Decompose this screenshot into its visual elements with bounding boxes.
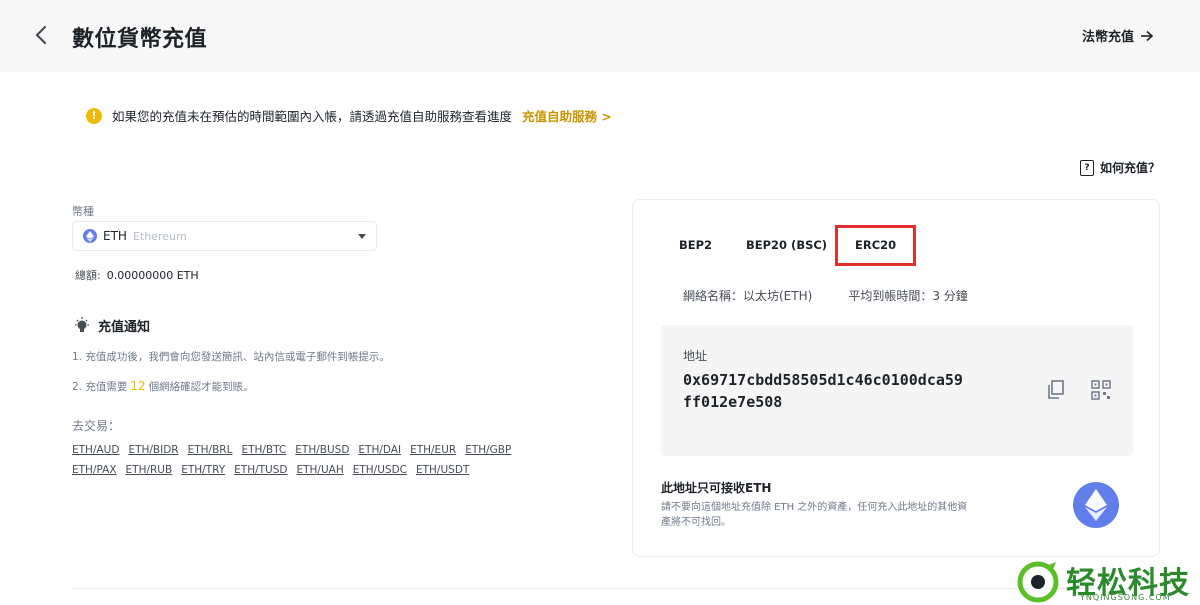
question-doc-icon: ? — [1079, 159, 1094, 176]
watermark-subtext: YNQINGSONG.COM — [1080, 593, 1171, 602]
step2-suffix: 個網絡確認才能到賬。 — [148, 381, 254, 393]
arrow-right-icon — [1141, 30, 1154, 41]
trading-pair-link[interactable]: ETH/AUD — [72, 444, 119, 456]
trading-pair-link[interactable]: ETH/TRY — [181, 464, 225, 476]
trading-pairs: ETH/AUD ETH/BIDR ETH/BRL ETH/BTC ETH/BUS… — [72, 444, 512, 476]
back-arrow-icon[interactable] — [30, 22, 54, 48]
notification-step-2: 2. 充值需要 12 個網絡確認才能到賬。 — [72, 379, 254, 394]
coin-name: Ethereum — [132, 229, 187, 243]
delay-notice: ! 如果您的充值未在預估的時間範圍內入帳，請透過充值自助服務查看進度 充值自助服… — [86, 106, 612, 125]
qr-code-icon[interactable] — [1091, 380, 1111, 400]
tab-bep20-bsc[interactable]: BEP20 (BSC) — [746, 238, 827, 252]
notification-step-1: 1. 充值成功後，我們會向您發送簡訊、站內信或電子郵件到帳提示。 — [72, 351, 390, 363]
copy-icon[interactable] — [1047, 380, 1065, 400]
coin-code: ETH — [103, 229, 127, 243]
coin-select[interactable]: ETH Ethereum — [72, 221, 377, 251]
trading-pair-link[interactable]: ETH/GBP — [465, 444, 511, 456]
lightbulb-icon — [74, 316, 90, 335]
trading-pair-link[interactable]: ETH/EUR — [410, 444, 456, 456]
trading-pair-link[interactable]: ETH/PAX — [72, 464, 117, 476]
network-name: 網絡名稱：以太坊(ETH) — [683, 289, 813, 303]
balance-value: 0.00000000 ETH — [106, 269, 199, 282]
notice-text: 如果您的充值未在預估的時間範圍內入帳，請透過充值自助服務查看進度 — [112, 109, 513, 124]
ethereum-icon — [83, 229, 97, 243]
address-box: 地址 0x69717cbdd58505d1c46c0100dca59 ff012… — [661, 325, 1133, 456]
self-service-link[interactable]: 充值自助服務 > — [522, 106, 612, 125]
ethereum-logo-icon — [1073, 482, 1119, 528]
selected-tab-highlight — [835, 225, 916, 266]
trading-pair-link[interactable]: ETH/RUB — [126, 464, 173, 476]
notification-title-text: 充值通知 — [98, 320, 151, 335]
address-line-2: ff012e7e508 — [683, 393, 783, 411]
page-title: 數位貨幣充值 — [72, 27, 208, 52]
eth-only-title: 此地址只可接收ETH — [661, 481, 772, 495]
trading-pair-link[interactable]: ETH/USDT — [416, 464, 469, 476]
trading-pair-link[interactable]: ETH/DAI — [358, 444, 401, 456]
trading-pair-link[interactable]: ETH/BIDR — [128, 444, 178, 456]
trading-pair-link[interactable]: ETH/BTC — [241, 444, 286, 456]
trading-pair-link[interactable]: ETH/TUSD — [234, 464, 287, 476]
page-header: 數位貨幣充值 法幣充值 — [0, 0, 1200, 72]
balance-label: 總額: — [75, 269, 101, 282]
trading-pair-link[interactable]: ETH/USDC — [353, 464, 407, 476]
deposit-notification-title: 充值通知 — [74, 316, 150, 335]
fiat-deposit-link[interactable]: 法幣充值 — [1082, 26, 1154, 45]
how-to-deposit-link[interactable]: ? 如何充值？ — [1079, 159, 1160, 176]
divider — [72, 588, 1160, 589]
address-label: 地址 — [683, 349, 708, 363]
deposit-address-panel: BEP2 BEP20 (BSC) ERC20 網絡名稱：以太坊(ETH) 平均到… — [632, 199, 1160, 557]
tab-bep2[interactable]: BEP2 — [679, 238, 712, 252]
how-to-label: 如何充值？ — [1099, 161, 1160, 175]
address-line-1: 0x69717cbdd58505d1c46c0100dca59 — [683, 371, 963, 389]
trading-pair-link[interactable]: ETH/BUSD — [295, 444, 349, 456]
go-trade-label: 去交易： — [72, 419, 121, 433]
fiat-deposit-label: 法幣充值 — [1081, 30, 1134, 45]
trading-pair-link[interactable]: ETH/BRL — [188, 444, 233, 456]
watermark: 轻松科技 YNQINGSONG.COM — [1012, 558, 1200, 605]
coin-label: 幣種 — [72, 205, 94, 218]
step2-prefix: 2. 充值需要 — [72, 381, 128, 393]
trading-pair-link[interactable]: ETH/UAH — [296, 464, 343, 476]
eth-only-description: 請不要向這個地址充值除 ETH 之外的資產，任何充入此地址的其他資產將不可找回。 — [661, 502, 968, 528]
deposit-address[interactable]: 0x69717cbdd58505d1c46c0100dca59 ff012e7e… — [683, 369, 1003, 413]
network-info: 網絡名稱：以太坊(ETH) 平均到帳時間：3 分鐘 — [683, 287, 968, 304]
chevron-down-icon — [358, 233, 366, 239]
balance: 總額: 0.00000000 ETH — [75, 267, 199, 283]
confirmation-count: 12 — [130, 379, 146, 393]
warning-icon: ! — [86, 107, 102, 124]
watermark-logo-icon — [1017, 561, 1059, 603]
average-arrival-time: 平均到帳時間：3 分鐘 — [848, 289, 968, 303]
